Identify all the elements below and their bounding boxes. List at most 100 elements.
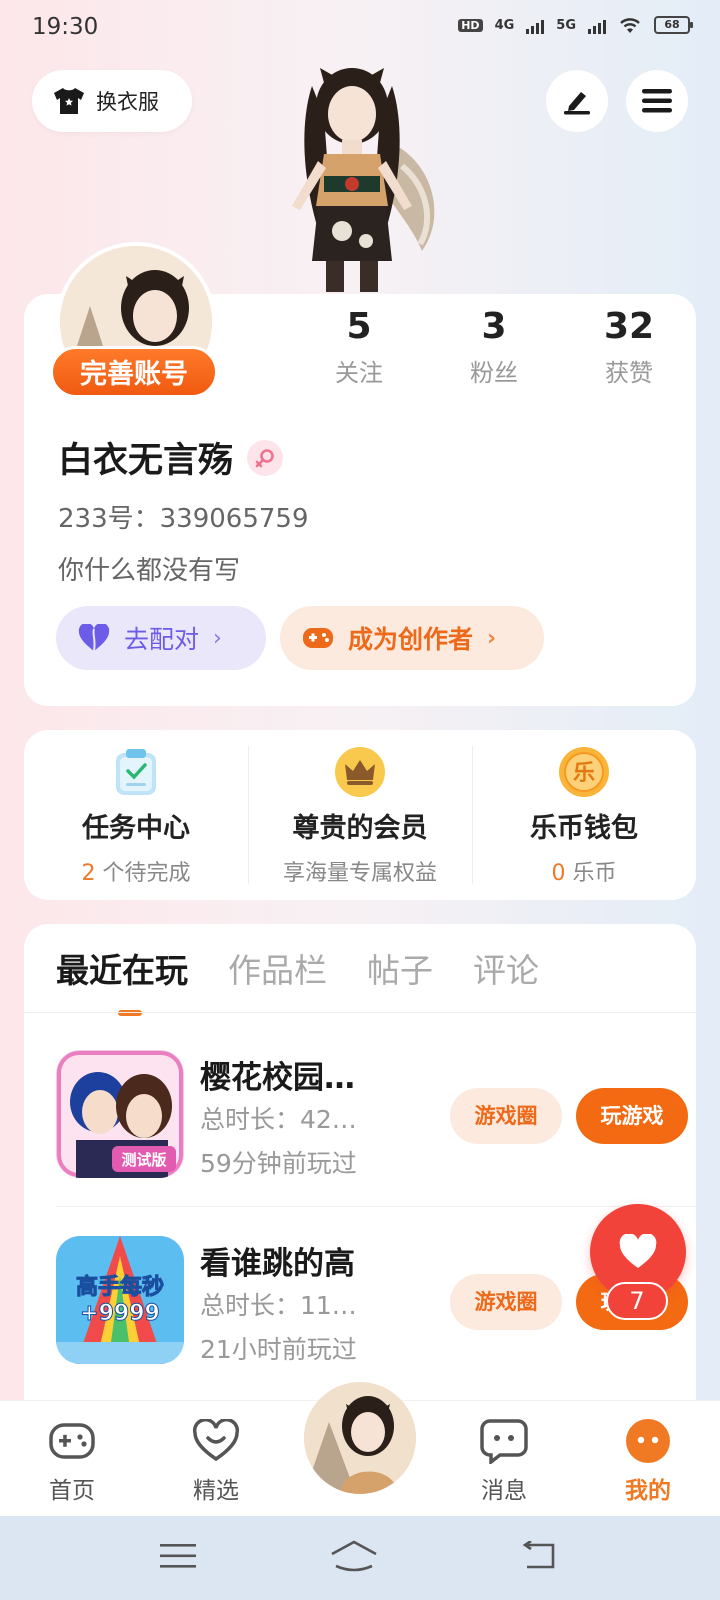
task-center-title: 任务中心 <box>82 813 190 844</box>
heart-icon <box>78 624 110 652</box>
network-4g: 4G <box>494 17 515 33</box>
avatar-character-illustration[interactable] <box>262 56 452 292</box>
chat-bubble-icon <box>480 1417 528 1465</box>
bio[interactable]: 你什么都没有写 <box>58 550 240 587</box>
match-button[interactable]: 去配对 › <box>56 606 266 670</box>
recent-section: 最近在玩 作品栏 帖子 评论 测试版 樱花校园… 总时长：42… 59分钟前玩过… <box>24 924 696 1424</box>
username: 白衣无言殇 <box>58 441 234 481</box>
coin-char: 乐 <box>573 761 595 786</box>
tab-works[interactable]: 作品栏 <box>228 944 327 992</box>
divider <box>56 1206 696 1207</box>
edit-profile-button[interactable] <box>546 70 608 132</box>
nav-me[interactable]: 我的 <box>603 1417 693 1505</box>
nav-me-label: 我的 <box>625 1478 671 1504</box>
change-outfit-label: 换衣服 <box>96 90 159 114</box>
nav-messages[interactable]: 消息 <box>459 1417 549 1505</box>
signal-5g-icon <box>588 16 606 34</box>
uid-value: 339065759 <box>159 504 309 534</box>
game-row[interactable]: 测试版 樱花校园… 总时长：42… 59分钟前玩过 游戏圈 玩游戏 <box>56 1050 696 1200</box>
following-count: 5 <box>346 306 372 347</box>
nav-home-label: 首页 <box>49 1478 95 1504</box>
heart-smile-icon <box>192 1417 240 1465</box>
nav-home[interactable]: 首页 <box>27 1417 117 1505</box>
network-5g: 5G <box>556 17 576 33</box>
status-bar: 19:30 HD 4G 5G 68 <box>0 0 720 56</box>
recent-apps-button[interactable] <box>154 1536 202 1576</box>
tshirt-icon <box>54 88 84 114</box>
task-center[interactable]: 任务中心 2 个待完成 <box>24 730 248 900</box>
game-icon-text: 测试版 <box>121 1151 166 1169</box>
menu-lines-icon <box>160 1544 196 1568</box>
stat-likes[interactable]: 32 获赞 <box>574 306 684 388</box>
tab-posts[interactable]: 帖子 <box>367 944 433 992</box>
game-duration: 总时长：42… <box>200 1105 357 1134</box>
following-label: 关注 <box>335 359 383 387</box>
signal-4g-icon <box>526 16 545 34</box>
home-button[interactable] <box>330 1536 378 1576</box>
heart-icon <box>619 1234 657 1268</box>
home-icon <box>331 1540 377 1572</box>
followers-count: 3 <box>481 306 507 347</box>
change-outfit-button[interactable]: 换衣服 <box>32 70 192 132</box>
game-icon-jump[interactable]: 高手每秒 +9999 <box>56 1236 184 1364</box>
gamepad-icon <box>303 628 333 648</box>
wifi-icon <box>620 18 640 33</box>
nav-featured[interactable]: 精选 <box>171 1417 261 1505</box>
menu-button[interactable] <box>626 70 688 132</box>
stat-following[interactable]: 5 关注 <box>304 306 414 388</box>
profile-tabs: 最近在玩 作品栏 帖子 评论 <box>56 944 539 992</box>
uid-label: 233号： <box>58 504 160 534</box>
vip-membership[interactable]: 尊贵的会员 享海量专属权益 <box>248 730 472 900</box>
back-button[interactable] <box>514 1536 562 1576</box>
tab-recent[interactable]: 最近在玩 <box>56 944 188 992</box>
game-name: 樱花校园… <box>200 1060 355 1096</box>
status-time: 19:30 <box>32 14 99 40</box>
creator-label: 成为创作者 <box>348 625 474 654</box>
profile-face-icon <box>624 1417 672 1465</box>
services-card: 任务中心 2 个待完成 尊贵的会员 享海量专属权益 乐 乐币钱包 0 乐币 <box>24 730 696 900</box>
divider <box>24 1012 696 1013</box>
game-circle-button[interactable]: 游戏圈 <box>450 1274 562 1330</box>
become-creator-button[interactable]: 成为创作者 › <box>280 606 544 670</box>
game-name: 看谁跳的高 <box>200 1246 355 1282</box>
tab-comments[interactable]: 评论 <box>473 944 539 992</box>
game-duration: 总时长：11… <box>200 1291 357 1320</box>
status-icons: HD 4G 5G 68 <box>458 16 693 34</box>
coin-wallet[interactable]: 乐 乐币钱包 0 乐币 <box>472 730 696 900</box>
profile-card: 完善账号 5 关注 3 粉丝 32 获赞 白衣无言殇 233号：33906575… <box>24 242 696 706</box>
user-id[interactable]: 233号：339065759 <box>58 498 309 535</box>
followers-label: 粉丝 <box>470 359 518 387</box>
back-icon <box>522 1541 555 1569</box>
hamburger-menu-icon <box>642 89 672 113</box>
female-icon <box>247 439 284 476</box>
game-icon-text: 高手每秒 <box>76 1274 164 1300</box>
nav-messages-label: 消息 <box>481 1478 527 1504</box>
stat-followers[interactable]: 3 粉丝 <box>439 306 549 388</box>
profile-stats: 5 关注 3 粉丝 32 获赞 <box>304 306 684 388</box>
wallet-title: 乐币钱包 <box>530 813 638 844</box>
hd-indicator: HD <box>458 18 483 32</box>
vip-title: 尊贵的会员 <box>292 813 428 844</box>
like-count-badge: 7 <box>606 1282 668 1320</box>
complete-account-badge[interactable]: 完善账号 <box>50 346 218 398</box>
play-game-button[interactable]: 玩游戏 <box>576 1088 688 1144</box>
system-nav-bar <box>0 1516 720 1600</box>
chevron-right-icon: › <box>487 625 497 651</box>
avatar-image <box>304 1382 416 1494</box>
task-pending-count: 2 <box>81 861 96 886</box>
game-last-played: 59分钟前玩过 <box>200 1149 357 1178</box>
coin-balance: 0 <box>551 861 566 886</box>
match-label: 去配对 <box>124 625 200 654</box>
gamepad-icon <box>48 1417 96 1465</box>
wallet-sub: 0 乐币 <box>551 861 617 886</box>
coin-icon: 乐 <box>556 744 612 800</box>
likes-count: 32 <box>603 306 655 347</box>
battery-icon: 68 <box>654 16 693 34</box>
game-last-played: 21小时前玩过 <box>200 1335 357 1364</box>
username-row: 白衣无言殇 <box>58 432 284 483</box>
clipboard-icon <box>108 744 164 800</box>
nav-featured-label: 精选 <box>193 1478 239 1504</box>
nav-avatar-button[interactable] <box>304 1382 416 1494</box>
game-circle-button[interactable]: 游戏圈 <box>450 1088 562 1144</box>
game-icon-sakura[interactable]: 测试版 <box>56 1050 184 1178</box>
